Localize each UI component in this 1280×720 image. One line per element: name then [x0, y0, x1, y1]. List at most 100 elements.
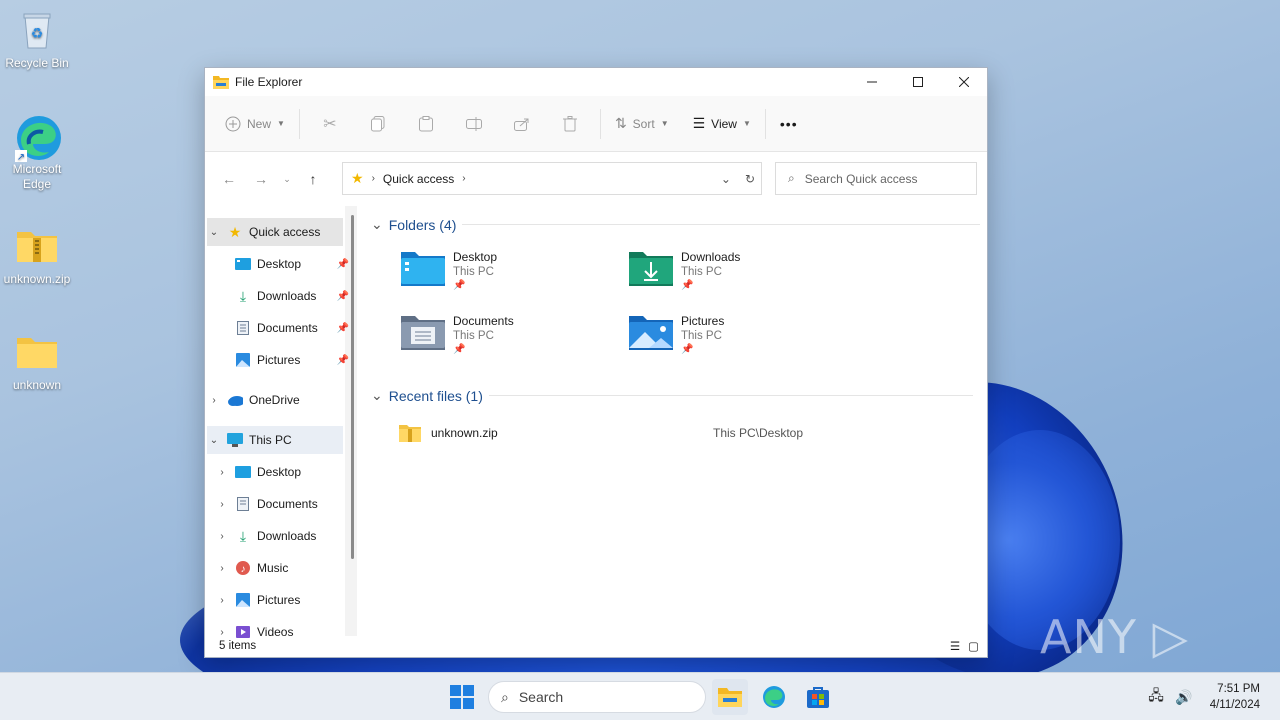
- sort-button[interactable]: ⇅ Sort ▼: [607, 108, 677, 140]
- sidebar-item-downloads-pinned[interactable]: ⤓ Downloads 📌: [215, 282, 351, 310]
- sidebar-item-desktop[interactable]: › Desktop: [215, 458, 351, 486]
- sort-icon: ⇅: [614, 115, 627, 131]
- file-explorer-icon: [718, 688, 742, 707]
- share-button[interactable]: [506, 108, 538, 140]
- scissors-icon: ✂: [323, 115, 337, 133]
- toolbar-separator: [764, 108, 766, 139]
- chevron-right-icon: ›: [220, 466, 224, 478]
- folder-tile-desktop[interactable]: Desktop This PC 📌: [401, 250, 621, 306]
- address-bar[interactable]: ★ › Quick access › ⌄ ↻: [342, 162, 762, 195]
- folder-tile-documents[interactable]: Documents This PC 📌: [401, 314, 621, 370]
- folder-name: Desktop: [453, 250, 498, 264]
- breadcrumb-quick-access[interactable]: Quick access: [383, 172, 454, 186]
- chevron-down-icon: ⌄: [283, 173, 291, 184]
- more-options-button[interactable]: •••: [772, 108, 806, 140]
- sidebar-item-documents[interactable]: › Documents: [215, 490, 351, 518]
- maximize-button[interactable]: [895, 68, 941, 96]
- volume-icon[interactable]: 🔊: [1172, 679, 1196, 715]
- store-icon: [807, 687, 829, 708]
- folder-tile-pictures[interactable]: Pictures This PC 📌: [629, 314, 849, 370]
- recycle-bin-icon: ♻: [15, 8, 59, 52]
- toolbar-separator: [599, 108, 601, 139]
- cut-button[interactable]: ✂: [314, 108, 346, 140]
- taskbar-store[interactable]: [800, 679, 836, 715]
- taskbar-search[interactable]: ⌕ Search: [488, 681, 706, 713]
- start-button[interactable]: [444, 679, 480, 715]
- recent-file-row[interactable]: unknown.zip This PC\Desktop: [399, 421, 959, 445]
- back-button[interactable]: ←: [213, 163, 245, 195]
- sidebar-item-downloads[interactable]: › ⤓ Downloads: [215, 522, 351, 550]
- copy-button[interactable]: [362, 108, 394, 140]
- view-button[interactable]: ☰ View ▼: [685, 108, 759, 140]
- folder-icon: [15, 330, 59, 374]
- star-icon: ★: [351, 170, 364, 186]
- sidebar-item-quick-access[interactable]: ⌄ ★ Quick access: [207, 218, 343, 246]
- sidebar-item-this-pc[interactable]: ⌄ This PC: [207, 426, 343, 454]
- taskbar-edge[interactable]: [756, 679, 792, 715]
- folder-tile-downloads[interactable]: Downloads This PC 📌: [629, 250, 849, 306]
- desktop-icon-unknown-folder[interactable]: unknown: [0, 330, 74, 393]
- chevron-down-icon: ▼: [742, 119, 751, 128]
- folder-location: This PC: [681, 330, 722, 342]
- search-box[interactable]: ⌕ Search Quick access: [775, 162, 977, 195]
- forward-button[interactable]: →: [245, 163, 277, 195]
- sidebar-item-pictures-pinned[interactable]: Pictures 📌: [215, 346, 351, 374]
- desktop-icon: [235, 464, 251, 480]
- sidebar-item-desktop-pinned[interactable]: Desktop 📌: [215, 250, 351, 278]
- sidebar-item-label: Music: [257, 561, 289, 575]
- pin-icon: 📌: [336, 322, 349, 334]
- sidebar-item-documents-pinned[interactable]: Documents 📌: [215, 314, 351, 342]
- folder-location: This PC: [453, 266, 494, 278]
- window-title: File Explorer: [235, 75, 303, 89]
- delete-button[interactable]: [554, 108, 586, 140]
- desktop-icon-unknown-zip[interactable]: unknown.zip: [0, 224, 74, 287]
- desktop-icon-recycle-bin[interactable]: ♻ Recycle Bin: [0, 8, 74, 71]
- zip-file-icon: [399, 424, 421, 442]
- search-placeholder: Search Quick access: [804, 171, 918, 186]
- sidebar-scrollbar-thumb[interactable]: [351, 215, 354, 559]
- chevron-down-icon: ⌄: [371, 216, 383, 232]
- share-icon: [513, 118, 529, 131]
- document-icon: [235, 320, 251, 336]
- clock-time: 7:51 PM: [1217, 683, 1260, 695]
- sidebar-item-label: OneDrive: [249, 393, 300, 407]
- address-history-chevron-icon[interactable]: ⌄: [721, 172, 731, 186]
- up-button[interactable]: ↑: [297, 163, 329, 195]
- recent-files-group-header[interactable]: ⌄ Recent files (1): [371, 387, 973, 404]
- details-view-icon[interactable]: ☰: [950, 639, 960, 653]
- sidebar-item-pictures[interactable]: › Pictures: [215, 586, 351, 614]
- close-button[interactable]: [941, 68, 987, 96]
- taskbar-file-explorer[interactable]: [712, 679, 748, 715]
- new-button[interactable]: New ▼: [217, 108, 293, 140]
- taskbar-clock[interactable]: 7:51 PM 4/11/2024: [1210, 681, 1260, 713]
- title-bar[interactable]: File Explorer: [205, 68, 987, 96]
- sidebar-item-label: Downloads: [257, 289, 317, 303]
- more-icon: •••: [779, 115, 798, 132]
- folder-name: Downloads: [681, 250, 741, 264]
- rename-button[interactable]: [458, 108, 490, 140]
- minimize-button[interactable]: [849, 68, 895, 96]
- tiles-view-icon[interactable]: ▢: [968, 639, 979, 653]
- network-icon[interactable]: 🖧: [1144, 679, 1168, 715]
- music-icon: ♪: [235, 560, 251, 576]
- folders-group-header[interactable]: ⌄ Folders (4): [371, 216, 981, 233]
- sidebar-item-label: This PC: [249, 433, 292, 447]
- refresh-icon[interactable]: ↻: [745, 172, 755, 186]
- desktop-icon-label: unknown.zip: [3, 272, 71, 286]
- download-icon: ⤓: [239, 527, 247, 544]
- sidebar-item-music[interactable]: › ♪ Music: [215, 554, 351, 582]
- desktop-icon-edge[interactable]: ↗ Microsoft Edge: [0, 114, 74, 192]
- pictures-icon: [235, 352, 251, 368]
- recent-header-label: Recent files (1): [388, 387, 483, 404]
- recent-locations-button[interactable]: ⌄: [277, 163, 297, 195]
- desktop-icon-label: unknown: [12, 378, 62, 392]
- paste-button[interactable]: [410, 108, 442, 140]
- chevron-down-icon: ⌄: [209, 226, 219, 238]
- chevron-down-icon: ▼: [277, 119, 285, 128]
- copy-icon: [370, 115, 385, 131]
- sidebar-item-onedrive[interactable]: › OneDrive: [207, 386, 343, 414]
- desktop-folder-icon: [401, 250, 445, 290]
- pin-icon: 📌: [453, 280, 466, 291]
- computer-icon: [227, 432, 243, 448]
- desktop-icon-label: Microsoft Edge: [12, 162, 62, 191]
